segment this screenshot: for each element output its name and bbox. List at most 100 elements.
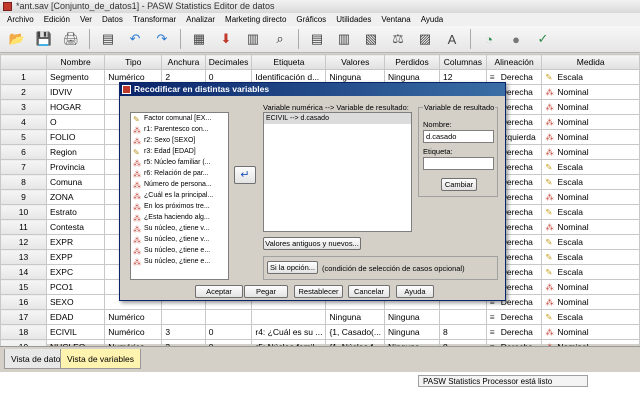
- undo-icon[interactable]: ↶: [124, 28, 146, 50]
- cell-width[interactable]: [161, 309, 206, 325]
- menu-ayuda[interactable]: Ayuda: [416, 13, 449, 26]
- cell-name[interactable]: EXPR: [45, 234, 106, 250]
- row-number[interactable]: 16: [0, 294, 47, 310]
- column-header[interactable]: Nombre: [45, 54, 106, 70]
- goto-variable-icon[interactable]: ⬇: [215, 28, 237, 50]
- row-number[interactable]: 10: [0, 204, 47, 220]
- source-variable-item[interactable]: ⁂ Su núcleo, ¿tiene v...: [131, 223, 228, 234]
- source-variable-item[interactable]: ⁂ r2: Sexo [SEXO]: [131, 135, 228, 146]
- column-header[interactable]: Columnas: [439, 54, 487, 70]
- row-number[interactable]: 11: [0, 219, 47, 235]
- insert-cases-icon[interactable]: ▤: [306, 28, 328, 50]
- cell-dec[interactable]: 0: [204, 324, 253, 340]
- row-number[interactable]: 8: [0, 174, 47, 190]
- cell-measure[interactable]: ✎ Escala: [541, 159, 640, 175]
- output-name-field[interactable]: d.casado: [423, 130, 494, 143]
- goto-case-icon[interactable]: ▦: [188, 28, 210, 50]
- change-button[interactable]: Cambiar: [441, 178, 477, 191]
- cell-measure[interactable]: ✎ Escala: [541, 174, 640, 190]
- spell-check-icon[interactable]: ✓: [532, 28, 554, 50]
- cell-type[interactable]: Numérico: [104, 309, 163, 325]
- column-header[interactable]: Valores: [325, 54, 385, 70]
- show-all-variables-icon[interactable]: ●: [505, 28, 527, 50]
- source-variable-item[interactable]: ⁂ ¿Cuál es la principal...: [131, 190, 228, 201]
- cell-name[interactable]: EXPP: [45, 249, 106, 265]
- cell-name[interactable]: Segmento: [45, 69, 106, 85]
- column-header[interactable]: Tipo: [104, 54, 163, 70]
- source-variable-item[interactable]: ⁂ Su núcleo, ¿tiene v...: [131, 234, 228, 245]
- cell-name[interactable]: ZONA: [45, 189, 106, 205]
- output-label-field[interactable]: [423, 157, 494, 170]
- source-variable-item[interactable]: ⁂ Número de persona...: [131, 179, 228, 190]
- column-header[interactable]: Decimales: [204, 54, 253, 70]
- cell-width[interactable]: 3: [161, 324, 206, 340]
- open-folder-icon[interactable]: 📂: [6, 28, 28, 50]
- cell-cols[interactable]: 8: [439, 324, 487, 340]
- menu-transformar[interactable]: Transformar: [128, 13, 181, 26]
- cell-type[interactable]: Numérico: [104, 324, 163, 340]
- cell-label[interactable]: r4: ¿Cuál es su ...: [251, 324, 327, 340]
- row-number[interactable]: 18: [0, 324, 47, 340]
- find-icon[interactable]: ⌕: [269, 28, 291, 50]
- cell-name[interactable]: FOLIO: [45, 129, 106, 145]
- cell-measure[interactable]: ⁂Nominal: [541, 144, 640, 160]
- row-number[interactable]: 17: [0, 309, 47, 325]
- cell-name[interactable]: O: [45, 114, 106, 130]
- redo-icon[interactable]: ↷: [151, 28, 173, 50]
- table-row[interactable]: 17 EDAD Numérico Ninguna Ninguna ≡ Derecha ✎ Esc…: [0, 309, 640, 325]
- cell-align[interactable]: ≡ Derecha: [485, 324, 543, 340]
- cell-values[interactable]: {1, Casado(...: [325, 324, 385, 340]
- source-variable-item[interactable]: ✎ r3: Edad [EDAD]: [131, 146, 228, 157]
- cell-name[interactable]: Estrato: [45, 204, 106, 220]
- menu-marketing-directo[interactable]: Marketing directo: [220, 13, 291, 26]
- menu-utilidades[interactable]: Utilidades: [331, 13, 376, 26]
- menu-analizar[interactable]: Analizar: [181, 13, 220, 26]
- cell-name[interactable]: Contesta: [45, 219, 106, 235]
- cell-name[interactable]: EXPC: [45, 264, 106, 280]
- print-icon[interactable]: 🖨: [60, 28, 82, 50]
- value-labels-icon[interactable]: A: [441, 28, 463, 50]
- source-variable-item[interactable]: ⁂ En los próximos tre...: [131, 201, 228, 212]
- row-number[interactable]: 2: [0, 84, 47, 100]
- row-number[interactable]: 3: [0, 99, 47, 115]
- ayuda-button[interactable]: Ayuda: [396, 285, 434, 298]
- table-row[interactable]: 18 ECIVIL Numérico 3 0 r4: ¿Cuál es su ... {1,…: [0, 324, 640, 340]
- weight-cases-icon[interactable]: ⚖: [387, 28, 409, 50]
- menu-edición[interactable]: Edición: [39, 13, 75, 26]
- source-variable-list[interactable]: ✎ Factor comunal [EX... ⁂ r1: Parentesco co…: [130, 112, 229, 280]
- row-number[interactable]: 6: [0, 144, 47, 160]
- cell-values[interactable]: Ninguna: [325, 309, 385, 325]
- cell-measure[interactable]: ⁂Nominal: [541, 219, 640, 235]
- cell-missing[interactable]: Ninguna: [383, 309, 441, 325]
- row-number[interactable]: 1: [0, 69, 47, 85]
- aceptar-button[interactable]: Aceptar: [195, 285, 243, 298]
- column-header[interactable]: Anchura: [161, 54, 206, 70]
- cell-measure[interactable]: ✎ Escala: [541, 309, 640, 325]
- restablecer-button[interactable]: Restablecer: [294, 285, 343, 298]
- mapping-item[interactable]: ECIVIL --> d.casado: [264, 113, 411, 124]
- column-header[interactable]: Medida: [541, 54, 640, 70]
- cell-measure[interactable]: ⁂Nominal: [541, 114, 640, 130]
- cell-cols[interactable]: [439, 309, 487, 325]
- cell-name[interactable]: HOGAR: [45, 99, 106, 115]
- row-number[interactable]: 4: [0, 114, 47, 130]
- cell-measure[interactable]: ⁂Nominal: [541, 324, 640, 340]
- cell-dec[interactable]: [204, 309, 253, 325]
- cell-measure[interactable]: ✎ Escala: [541, 249, 640, 265]
- cell-align[interactable]: ≡ Derecha: [485, 309, 543, 325]
- cell-measure[interactable]: ✎ Escala: [541, 69, 640, 85]
- menu-datos[interactable]: Datos: [97, 13, 128, 26]
- use-sets-icon[interactable]: ◔: [478, 28, 500, 50]
- insert-variable-icon[interactable]: ▥: [333, 28, 355, 50]
- column-header[interactable]: [0, 54, 47, 70]
- source-variable-item[interactable]: ⁂ r6: Relación de par...: [131, 168, 228, 179]
- menu-archivo[interactable]: Archivo: [2, 13, 39, 26]
- menu-gráficos[interactable]: Gráficos: [291, 13, 331, 26]
- old-new-values-button[interactable]: Valores antiguos y nuevos...: [263, 237, 361, 250]
- cell-name[interactable]: Region: [45, 144, 106, 160]
- save-icon[interactable]: 💾: [33, 28, 55, 50]
- split-file-icon[interactable]: ▧: [360, 28, 382, 50]
- cell-name[interactable]: ECIVIL: [45, 324, 106, 340]
- cell-name[interactable]: EDAD: [45, 309, 106, 325]
- cell-measure[interactable]: ⁂Nominal: [541, 294, 640, 310]
